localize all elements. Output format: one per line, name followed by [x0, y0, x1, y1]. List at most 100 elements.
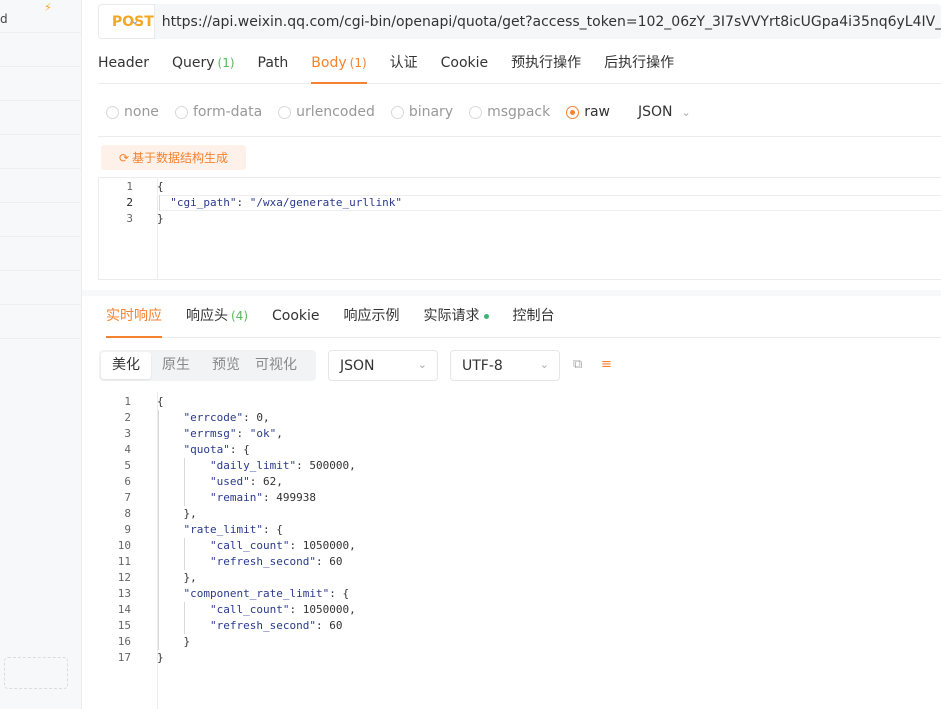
tab-label: 控制台	[512, 308, 555, 324]
response-tab-0[interactable]: 实时响应	[106, 298, 162, 338]
generate-from-schema-button[interactable]: ⟳ 基于数据结构生成	[101, 145, 246, 170]
tab-4[interactable]: 认证	[390, 46, 418, 84]
body-type-form-data[interactable]: form-data	[174, 104, 263, 120]
body-type-group: none form-data urlencoded binary msgpack raw J…	[106, 101, 691, 123]
body-type-msgpack[interactable]: msgpack	[469, 104, 550, 120]
body-type-label: urlencoded	[296, 104, 375, 120]
response-tab-1[interactable]: 响应头 (4)	[186, 298, 248, 338]
view-mode-3[interactable]: 可视化	[251, 352, 301, 379]
sidebar-divider	[0, 32, 82, 33]
code-line: "used": 62,	[209, 475, 283, 488]
radio-icon	[469, 105, 483, 119]
line-number: 6	[124, 475, 131, 488]
response-tab-4[interactable]: 实际请求	[424, 298, 489, 338]
tab-6[interactable]: 预执行操作	[511, 46, 581, 84]
tab-label: 响应示例	[343, 308, 400, 324]
encoding-label: UTF-8	[462, 357, 503, 374]
url-bar: POST ⌄ https://api.weixin.qq.com/cgi-bin…	[98, 4, 941, 39]
code-line: "daily_limit": 500000,	[209, 459, 356, 472]
tab-label: 响应头	[186, 308, 228, 324]
tab-label: Header	[98, 55, 149, 71]
copy-icon[interactable]: ⧉	[573, 357, 582, 372]
chevron-down-icon: ⌄	[681, 105, 691, 119]
body-type-urlencoded[interactable]: urlencoded	[278, 104, 375, 120]
code-line: }	[157, 651, 164, 664]
request-body-editor[interactable]: 1 {2 "cgi_path": "/wxa/generate_urllink" 3…	[98, 177, 941, 280]
section-separator	[82, 290, 941, 296]
sidebar-divider	[0, 100, 82, 101]
code-line: }	[183, 635, 191, 648]
tab-body[interactable]: Body (1)	[311, 46, 367, 84]
sidebar-divider	[0, 202, 82, 203]
method-select[interactable]: POST ⌄	[98, 4, 155, 39]
tab-query[interactable]: Query (1)	[172, 46, 235, 84]
tab-cookie[interactable]: Cookie	[441, 46, 489, 84]
tab-count-badge: (1)	[349, 56, 367, 70]
indent-guide	[158, 410, 159, 650]
sidebar-drop-zone[interactable]	[4, 657, 68, 689]
line-number: 3	[124, 427, 131, 440]
code-line: "quota": {	[183, 443, 250, 456]
encoding-select[interactable]: UTF-8 ⌄	[450, 350, 560, 381]
tab-path[interactable]: Path	[258, 46, 289, 84]
line-number: 5	[124, 459, 131, 472]
line-number: 10	[117, 539, 131, 552]
line-number: 12	[117, 571, 131, 584]
response-format-label: JSON	[340, 357, 375, 374]
radio-icon	[106, 105, 119, 119]
line-number: 9	[124, 523, 131, 536]
tab-label: Query	[171, 55, 215, 71]
code-line: "errcode": 0,	[183, 411, 270, 424]
body-type-raw[interactable]: raw	[566, 104, 610, 120]
code-line: "rate_limit": {	[183, 523, 283, 536]
tab-header[interactable]: Header	[98, 46, 149, 84]
tab-label: 实时响应	[106, 308, 162, 324]
line-number: 4	[124, 443, 131, 456]
radio-icon	[278, 105, 292, 119]
wrap-lines-icon[interactable]: ≡	[601, 357, 612, 372]
sidebar-divider	[0, 270, 82, 271]
sidebar-divider	[0, 66, 82, 67]
radio-icon	[174, 105, 188, 119]
code-line: "call_count": 1050000,	[209, 539, 356, 552]
body-type-binary[interactable]: binary	[390, 104, 453, 120]
refresh-icon: ⟳	[118, 150, 130, 165]
body-format-label: JSON	[638, 104, 673, 120]
indent-guide	[184, 602, 185, 634]
tab-7[interactable]: 后执行操作	[604, 46, 674, 84]
request-tabs: Header Query (1) Path Body (1) 认证 Cookie 预执行操作 后执…	[98, 46, 941, 84]
radio-icon	[566, 105, 580, 119]
body-type-label: msgpack	[487, 104, 551, 120]
response-tab-3[interactable]: 响应示例	[344, 298, 400, 338]
code-line: "cgi_path": "/wxa/generate_urllink"	[170, 196, 403, 209]
response-tab-5[interactable]: 控制台	[513, 298, 555, 338]
view-mode-1[interactable]: 原生	[151, 352, 201, 379]
body-type-none[interactable]: none	[106, 104, 159, 120]
tab-count-badge: (1)	[217, 56, 235, 70]
body-type-label: raw	[584, 104, 610, 120]
body-format-select[interactable]: JSON ⌄	[638, 104, 691, 120]
code-line: "remain": 499938	[209, 491, 316, 504]
tab-label: 实际请求	[423, 308, 480, 324]
line-number: 1	[126, 180, 133, 193]
indent-guide	[184, 458, 185, 506]
response-body-viewer[interactable]: 1 {2 "errcode": 0, 3 "errmsg": "ok", 4 "quo…	[82, 392, 941, 709]
view-mode-0[interactable]: 美化	[101, 352, 151, 379]
tab-label: 认证	[389, 55, 418, 71]
indent-guide	[184, 538, 185, 570]
response-format-select[interactable]: JSON ⌄	[328, 350, 438, 381]
line-number: 2	[124, 411, 131, 424]
sidebar-divider	[0, 236, 82, 237]
tab-label: 后执行操作	[604, 55, 675, 71]
code-line: "call_count": 1050000,	[209, 603, 356, 616]
sidebar-divider	[0, 134, 82, 135]
code-line: "component_rate_limit": {	[183, 587, 350, 600]
code-line: }	[157, 212, 164, 225]
code-line: },	[183, 571, 197, 584]
url-input[interactable]: https://api.weixin.qq.com/cgi-bin/openap…	[155, 14, 941, 30]
view-mode-2[interactable]: 预览	[201, 352, 251, 379]
response-tab-cookie[interactable]: Cookie	[272, 298, 320, 338]
body-type-label: form-data	[192, 104, 263, 120]
tab-count-badge: (4)	[231, 309, 248, 323]
view-mode-segmented: 美化 原生 预览 可视化	[99, 350, 316, 381]
